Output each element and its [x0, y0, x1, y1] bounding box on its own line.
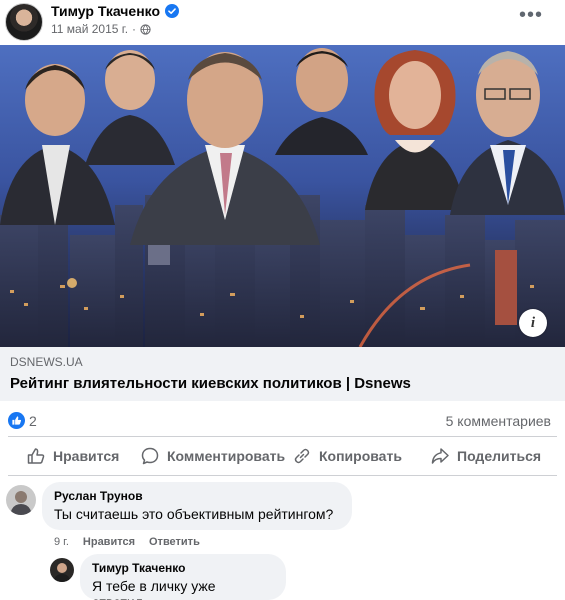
globe-icon [140, 23, 151, 35]
action-bar: Нравится Комментировать Копировать Подел… [0, 441, 565, 471]
comment-item: Руслан Трунов Ты считаешь это объективны… [0, 482, 565, 552]
reactions-row: 2 5 комментариев [0, 408, 565, 434]
meta-separator: · [132, 22, 137, 36]
divider [8, 475, 557, 476]
author-avatar[interactable] [5, 3, 43, 41]
comment-icon [141, 447, 159, 465]
comment-bubble: Руслан Трунов Ты считаешь это объективны… [42, 482, 352, 530]
comment-label: Комментировать [167, 448, 286, 464]
more-options-icon[interactable]: ••• [519, 5, 543, 25]
comment-actions: 9 г. Нравится Ответить [54, 536, 200, 548]
comment-reply-button[interactable]: Ответить [149, 536, 200, 548]
reply-item: Тимур Ткаченко Я тебе в личку уже ответи… [0, 552, 565, 600]
post-date[interactable]: 11 май 2015 г. [51, 22, 128, 36]
reaction-count[interactable]: 2 [29, 413, 37, 429]
verified-badge-icon [165, 4, 180, 18]
like-label: Нравится [53, 448, 120, 464]
author-line: Тимур Ткаченко [51, 3, 180, 19]
info-icon[interactable]: i [519, 309, 547, 337]
comment-age[interactable]: 9 г. [54, 536, 69, 548]
share-label: Поделиться [457, 448, 542, 464]
reply-text: Я тебе в личку уже ответил. [92, 578, 216, 600]
reply-author[interactable]: Тимур Ткаченко [92, 561, 274, 575]
politicians-cityscape-image [0, 45, 565, 347]
post-header: Тимур Ткаченко 11 май 2015 г. · ••• [0, 0, 565, 44]
reply-author-avatar[interactable] [50, 558, 74, 582]
divider [8, 436, 557, 437]
comment-like-button[interactable]: Нравится [83, 536, 135, 548]
commenter-avatar[interactable] [6, 485, 36, 515]
like-reaction-icon[interactable] [8, 412, 25, 429]
link-caption[interactable]: DSNEWS.UA Рейтинг влиятельности киевских… [0, 347, 565, 401]
comment-author[interactable]: Руслан Трунов [54, 489, 340, 503]
share-icon [431, 448, 449, 464]
post-meta: 11 май 2015 г. · [51, 22, 151, 36]
link-preview-image[interactable]: i [0, 45, 565, 347]
like-button[interactable]: Нравится [26, 441, 119, 471]
link-title[interactable]: Рейтинг влиятельности киевских политиков… [10, 375, 555, 392]
comment-button[interactable]: Комментировать [140, 441, 285, 471]
share-button[interactable]: Поделиться [430, 441, 541, 471]
comment-text: Ты считаешь это объективным рейтингом? [54, 506, 334, 522]
thumbs-up-icon [27, 448, 45, 464]
link-domain: DSNEWS.UA [10, 355, 83, 369]
comment-count[interactable]: 5 комментариев [446, 413, 551, 429]
author-name[interactable]: Тимур Ткаченко [51, 3, 160, 19]
link-copy-icon [294, 448, 310, 464]
copy-button[interactable]: Копировать [292, 441, 402, 471]
reply-bubble: Тимур Ткаченко Я тебе в личку уже ответи… [80, 554, 286, 600]
copy-label: Копировать [319, 448, 402, 464]
